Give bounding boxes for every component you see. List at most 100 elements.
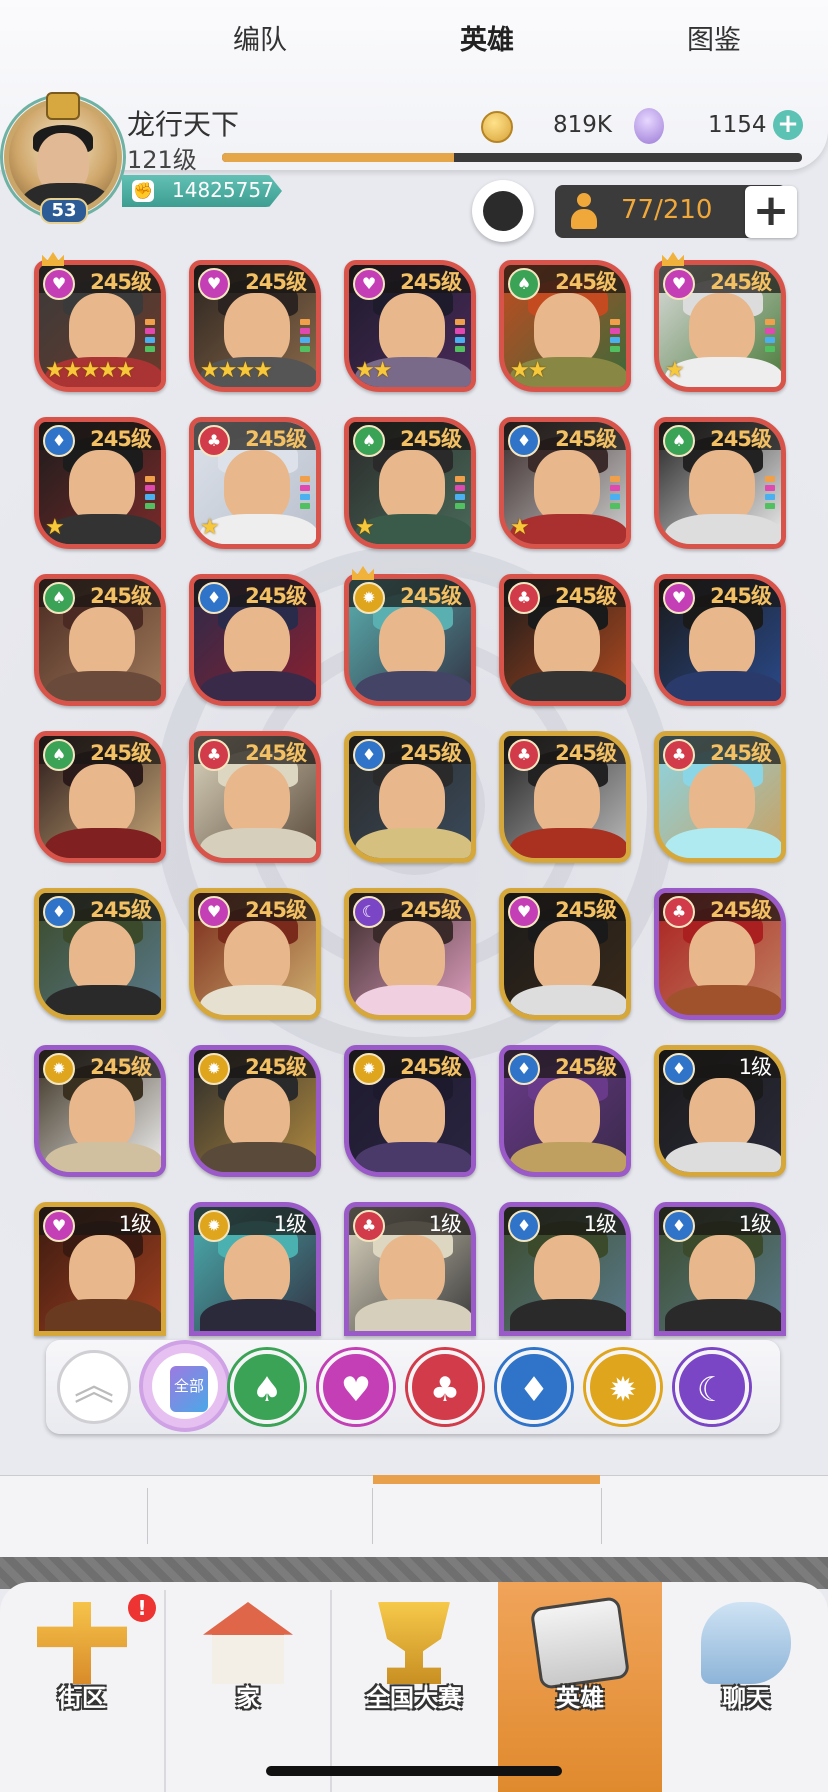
tab-codex[interactable]: 图鉴 [602,0,826,82]
hero-card[interactable]: 1级 ♥ [34,1202,166,1336]
spade-faction-icon: ♠ [663,425,695,457]
hero-card[interactable]: 245级 ♠ ★★ [499,260,631,392]
hero-level: 245级 [90,584,152,608]
hero-level: 245级 [245,741,307,765]
hero-body [355,1299,471,1331]
hero-card[interactable]: 245级 ♥ ★★ [344,260,476,392]
nav-chat[interactable]: 聊天 [664,1582,828,1792]
hero-card[interactable]: 245级 ♠ [34,731,166,863]
filter-spade-button[interactable]: ♠ [230,1350,304,1424]
hero-face [689,293,755,365]
hero-body [200,1142,316,1172]
hero-card[interactable]: 245级 ♣ [654,888,786,1020]
hero-level: 245级 [710,898,772,922]
hero-card[interactable]: 245级 ✹ [189,1045,321,1177]
diamond-faction-icon: ♦ [353,739,385,771]
player-name: 龙行天下 [127,108,240,141]
hero-level: 245级 [710,741,772,765]
hero-card[interactable]: 1级 ✹ [189,1202,321,1336]
heart-faction-icon: ♥ [508,896,540,928]
nav-street-label: 街区 [58,1684,106,1712]
hero-card[interactable]: 245级 ♥ [499,888,631,1020]
hero-card[interactable]: 245级 ♦ [344,731,476,863]
player-level: 121级 [127,146,197,174]
hero-body [200,828,316,858]
club-faction-icon: ♣ [198,425,230,457]
hero-card[interactable]: 245级 ♦ ★ [34,417,166,549]
hero-card[interactable]: 245级 ♦ [499,1045,631,1177]
hero-body [510,1142,626,1172]
hero-card[interactable]: 245级 ♦ [34,888,166,1020]
hero-card[interactable]: 245级 ♥ ★★★★ [189,260,321,392]
add-currency-button[interactable]: + [773,110,803,140]
nav-tournament[interactable]: 全国大赛 [332,1582,496,1792]
fist-icon: ✊ [132,180,154,202]
hero-face [69,764,135,836]
hero-card[interactable]: 245级 ☾ [344,888,476,1020]
hero-card[interactable]: 245级 ♥ ★★★★★ [34,260,166,392]
hero-level: 245级 [555,898,617,922]
filter-diamond-button[interactable]: ♦ [497,1350,571,1424]
nav-heroes[interactable]: 英雄 [498,1582,662,1792]
sun-faction-icon: ✹ [43,1053,75,1085]
filter-moon-button[interactable]: ☾ [675,1350,749,1424]
hero-card[interactable]: 245级 ♠ ★ [344,417,476,549]
hero-card[interactable]: 245级 ♣ [499,731,631,863]
nav-home[interactable]: 家 [166,1582,330,1792]
hero-body [45,985,161,1015]
hero-card[interactable]: 245级 ♣ ★ [189,417,321,549]
hero-card[interactable]: 1级 ♦ [654,1045,786,1177]
hero-face [224,293,290,365]
hero-body [665,985,781,1015]
filter-heart-button[interactable]: ♥ [319,1350,393,1424]
hero-stars: ★★★★ [200,358,273,383]
hero-card[interactable]: 1级 ♣ [344,1202,476,1336]
filter-club-button[interactable]: ♣ [408,1350,482,1424]
hero-card[interactable]: 1级 ♦ [499,1202,631,1336]
hero-level: 245级 [245,898,307,922]
hero-face [224,1235,290,1307]
hero-card[interactable]: 245级 ♠ [654,417,786,549]
club-faction-icon: ♣ [663,896,695,928]
hero-card[interactable]: 245级 ♦ ★ [499,417,631,549]
filter-all-button[interactable]: 全部 [139,1340,231,1432]
hero-card[interactable]: 245级 ♥ [654,574,786,706]
tab-formation[interactable]: 编队 [148,0,372,82]
hero-level: 1级 [583,1212,617,1236]
heart-faction-icon: ♥ [353,268,385,300]
hero-sort-button[interactable] [472,180,534,242]
diamond-faction-icon: ♦ [43,425,75,457]
nav-tournament-label: 全国大赛 [366,1684,462,1712]
tab-heroes[interactable]: 英雄 [373,0,601,82]
filter-sun-button[interactable]: ✹ [586,1350,660,1424]
hero-card[interactable]: 245级 ♥ ★ [654,260,786,392]
hero-face [379,764,445,836]
hero-card[interactable]: 245级 ♠ [34,574,166,706]
hero-card[interactable]: 245级 ♣ [499,574,631,706]
club-faction-icon: ♣ [508,582,540,614]
hero-level: 1级 [428,1212,462,1236]
hero-cards-icon [529,1596,631,1690]
hero-card[interactable]: 245级 ✹ [344,574,476,706]
sun-faction-icon: ✹ [198,1053,230,1085]
tab-divider [147,1488,148,1544]
club-faction-icon: ♣ [353,1210,385,1242]
collapse-filter-button[interactable]: ︽ [57,1350,131,1424]
xp-fill [222,153,454,162]
hero-card[interactable]: 245级 ♣ [189,731,321,863]
hero-face [224,764,290,836]
hero-body [665,828,781,858]
hero-card[interactable]: 245级 ✹ [344,1045,476,1177]
hero-card[interactable]: 245级 ✹ [34,1045,166,1177]
hero-face [534,1078,600,1150]
hero-card[interactable]: 245级 ♥ [189,888,321,1020]
expand-slots-button[interactable]: + [745,186,797,238]
hero-body [45,1299,161,1331]
hero-body [665,1142,781,1172]
hero-face [689,764,755,836]
hero-card[interactable]: 245级 ♣ [654,731,786,863]
hero-card[interactable]: 1级 ♦ [654,1202,786,1336]
heart-faction-icon: ♥ [43,1210,75,1242]
hero-card[interactable]: 245级 ♦ [189,574,321,706]
hero-face [224,1078,290,1150]
